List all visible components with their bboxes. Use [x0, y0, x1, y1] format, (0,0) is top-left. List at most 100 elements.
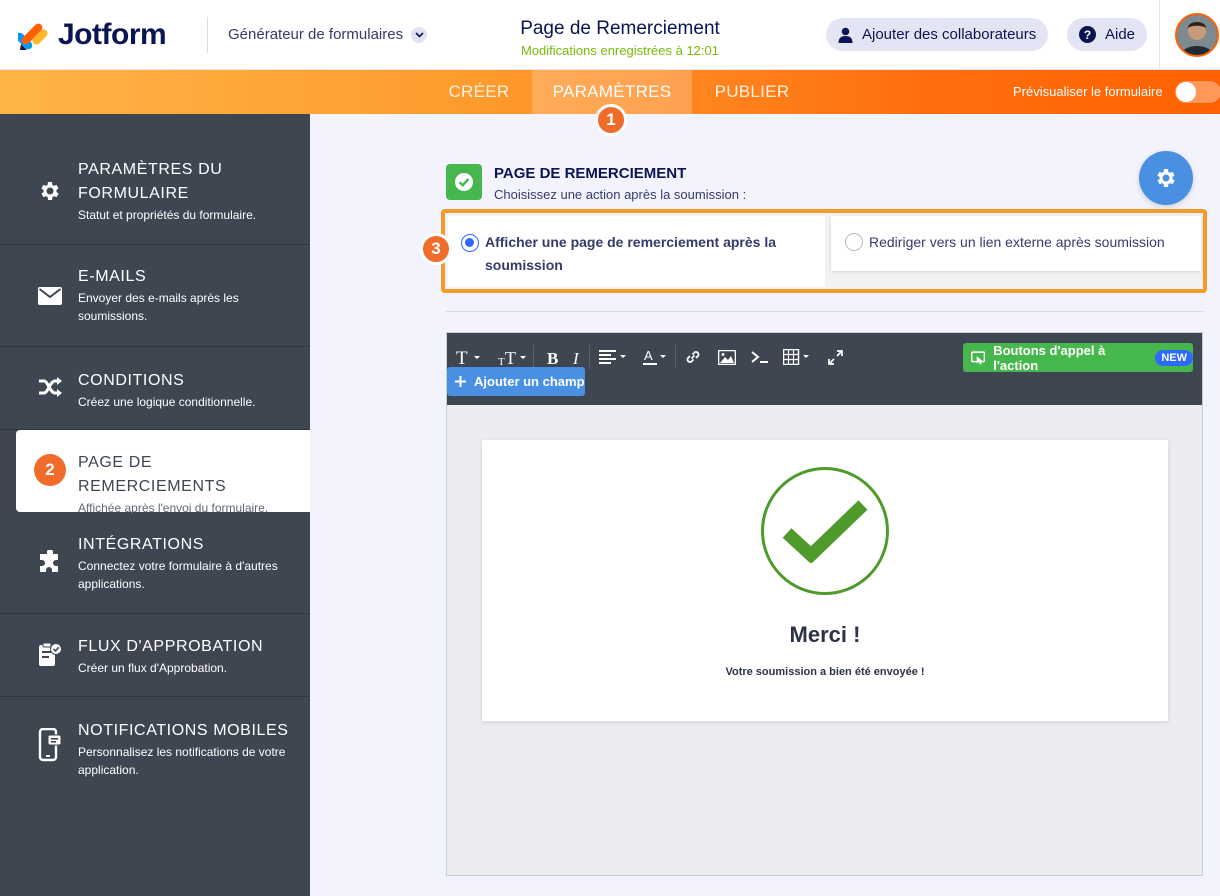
approval-icon: [36, 640, 64, 668]
sidebar-item-conditions[interactable]: CONDITIONS Créez une logique conditionne…: [0, 347, 310, 430]
add-collaborators-button[interactable]: Ajouter des collaborateurs: [826, 18, 1049, 51]
chevron-down-icon: [411, 26, 428, 43]
fullscreen-button[interactable]: [828, 347, 843, 367]
font-size-button[interactable]: TT: [498, 347, 528, 367]
sidebar-item-emails[interactable]: E-MAILS Envoyer des e-mails après les so…: [0, 245, 310, 347]
sidebar-item-thankyou-page[interactable]: 2 PAGE DE REMERCIEMENTS Affichée après l…: [16, 430, 310, 515]
top-header: Jotform Générateur de formulaires Page d…: [0, 0, 1220, 70]
table-button[interactable]: [783, 347, 813, 367]
align-left-icon: [599, 350, 626, 364]
sidebar-item-title: PAGE DE REMERCIEMENTS: [78, 454, 227, 495]
builder-label: Générateur de formulaires: [228, 26, 404, 43]
editor-toolbar: T TT B I A Boutons d'appel à l'action NE…: [447, 333, 1202, 405]
sidebar-item-text: INTÉGRATIONS Connectez votre formulaire …: [78, 533, 302, 593]
cta-buttons-button[interactable]: Boutons d'appel à l'action NEW: [963, 342, 1193, 373]
svg-text:A: A: [644, 348, 653, 363]
sidebar-item-desc: Personnalisez les notifications de votre…: [78, 745, 286, 777]
plus-icon: [455, 376, 466, 387]
bold-icon: B: [547, 349, 558, 366]
radio-show-thankyou-page[interactable]: [461, 234, 479, 252]
text-size-icon: TT: [498, 348, 526, 366]
builder-dropdown[interactable]: Générateur de formulaires: [228, 26, 428, 43]
preview-form-label: Prévisualiser le formulaire: [1013, 84, 1163, 99]
sidebar-item-desc: Créer un flux d'Approbation.: [78, 661, 228, 675]
align-button[interactable]: [599, 347, 629, 367]
sidebar-item-form-settings[interactable]: PARAMÈTRES DU FORMULAIRE Statut et propr…: [0, 114, 310, 245]
italic-button[interactable]: I: [573, 347, 583, 367]
thankyou-settings-button[interactable]: [1139, 151, 1193, 205]
submission-action-options: Afficher une page de remerciement après …: [441, 209, 1207, 293]
sidebar-item-desc: Statut et propriétés du formulaire.: [78, 208, 257, 222]
font-family-button[interactable]: T: [456, 347, 482, 367]
option-show-thankyou-page[interactable]: Afficher une page de remerciement après …: [448, 216, 825, 287]
section-title: PAGE DE REMERCIEMENT: [494, 165, 687, 182]
add-field-label: Ajouter un champ: [474, 374, 585, 389]
add-field-button[interactable]: Ajouter un champ: [447, 367, 585, 396]
page-title-block: Page de Remerciement Modifications enreg…: [470, 18, 770, 58]
text-color-button[interactable]: A: [643, 347, 669, 367]
step-badge-2: 2: [34, 454, 66, 486]
save-status: Modifications enregistrées à 12:01: [520, 43, 719, 58]
mobile-icon: [36, 728, 64, 762]
sidebar-item-approval-flows[interactable]: FLUX D'APPROBATION Créer un flux d'Appro…: [0, 614, 310, 697]
sidebar-item-integrations[interactable]: INTÉGRATIONS Connectez votre formulaire …: [0, 512, 310, 614]
thankyou-message[interactable]: Votre soumission a bien été envoyée !: [482, 666, 1168, 678]
bold-button[interactable]: B: [547, 347, 561, 367]
logo-text: Jotform: [58, 18, 167, 51]
help-button[interactable]: ? Aide: [1067, 18, 1148, 51]
page-title[interactable]: Page de Remerciement: [470, 18, 770, 40]
avatar[interactable]: [1175, 13, 1219, 57]
code-button[interactable]: [751, 347, 769, 367]
radio-redirect-external[interactable]: [845, 233, 863, 251]
sidebar-item-text: NOTIFICATIONS MOBILES Personnalisez les …: [78, 719, 302, 779]
sidebar-item-title: INTÉGRATIONS: [78, 536, 205, 553]
user-icon: [838, 27, 853, 43]
gear-icon: [1157, 169, 1175, 187]
toolbar-separator: [589, 345, 590, 367]
cta-label: Boutons d'appel à l'action: [993, 342, 1106, 373]
link-button[interactable]: [685, 347, 701, 367]
link-icon: [686, 351, 700, 363]
puzzle-icon: [36, 548, 64, 576]
terminal-icon: [751, 351, 768, 363]
sidebar-item-title: PARAMÈTRES DU FORMULAIRE: [78, 161, 223, 202]
svg-text:T: T: [498, 356, 505, 366]
image-button[interactable]: [718, 347, 736, 367]
table-icon: [783, 349, 809, 365]
sidebar-item-desc: Créez une logique conditionnelle.: [78, 395, 256, 409]
success-check-icon: [761, 467, 889, 595]
thankyou-editor: T TT B I A Boutons d'appel à l'action NE…: [446, 332, 1203, 876]
thankyou-preview-card: Merci ! Votre soumission a bien été envo…: [482, 440, 1168, 721]
shuffle-icon: [36, 373, 64, 401]
preview-toggle[interactable]: [1175, 81, 1220, 103]
sidebar-item-title: FLUX D'APPROBATION: [78, 638, 264, 655]
italic-icon: I: [573, 349, 580, 366]
cta-icon: [971, 350, 986, 365]
toolbar-separator: [675, 345, 676, 367]
sidebar-item-mobile-notifications[interactable]: NOTIFICATIONS MOBILES Personnalisez les …: [0, 697, 310, 799]
section-subtitle: Choisissez une action après la soumissio…: [494, 187, 747, 202]
header-divider-right: [1159, 0, 1160, 70]
question-icon: ?: [1079, 26, 1096, 43]
font-color-icon: A: [643, 348, 666, 365]
sidebar-item-title: NOTIFICATIONS MOBILES: [78, 722, 289, 739]
option-redirect-external[interactable]: Rediriger vers un lien externe après sou…: [831, 216, 1201, 271]
toolbar-separator: [533, 345, 534, 367]
sidebar-item-text: E-MAILS Envoyer des e-mails après les so…: [78, 265, 302, 325]
sidebar-item-text: PAGE DE REMERCIEMENTS Affichée après l'e…: [78, 451, 302, 517]
settings-sidebar: PARAMÈTRES DU FORMULAIRE Statut et propr…: [0, 114, 310, 896]
add-collaborators-label: Ajouter des collaborateurs: [862, 26, 1037, 43]
text-icon: T: [456, 348, 480, 366]
svg-text:T: T: [456, 348, 468, 366]
jotform-logo[interactable]: Jotform: [18, 18, 167, 52]
thankyou-heading[interactable]: Merci !: [482, 622, 1168, 648]
sidebar-item-desc: Envoyer des e-mails après les soumission…: [78, 291, 239, 323]
section-divider: [446, 311, 1203, 312]
image-icon: [718, 349, 736, 365]
svg-text:T: T: [505, 348, 516, 366]
option-label: Afficher une page de remerciement après …: [485, 234, 776, 273]
svg-text:I: I: [573, 349, 580, 366]
tab-create[interactable]: CRÉER: [438, 70, 520, 114]
sidebar-item-desc: Connectez votre formulaire à d'autres ap…: [78, 559, 278, 591]
tab-publish[interactable]: PUBLIER: [706, 70, 798, 114]
